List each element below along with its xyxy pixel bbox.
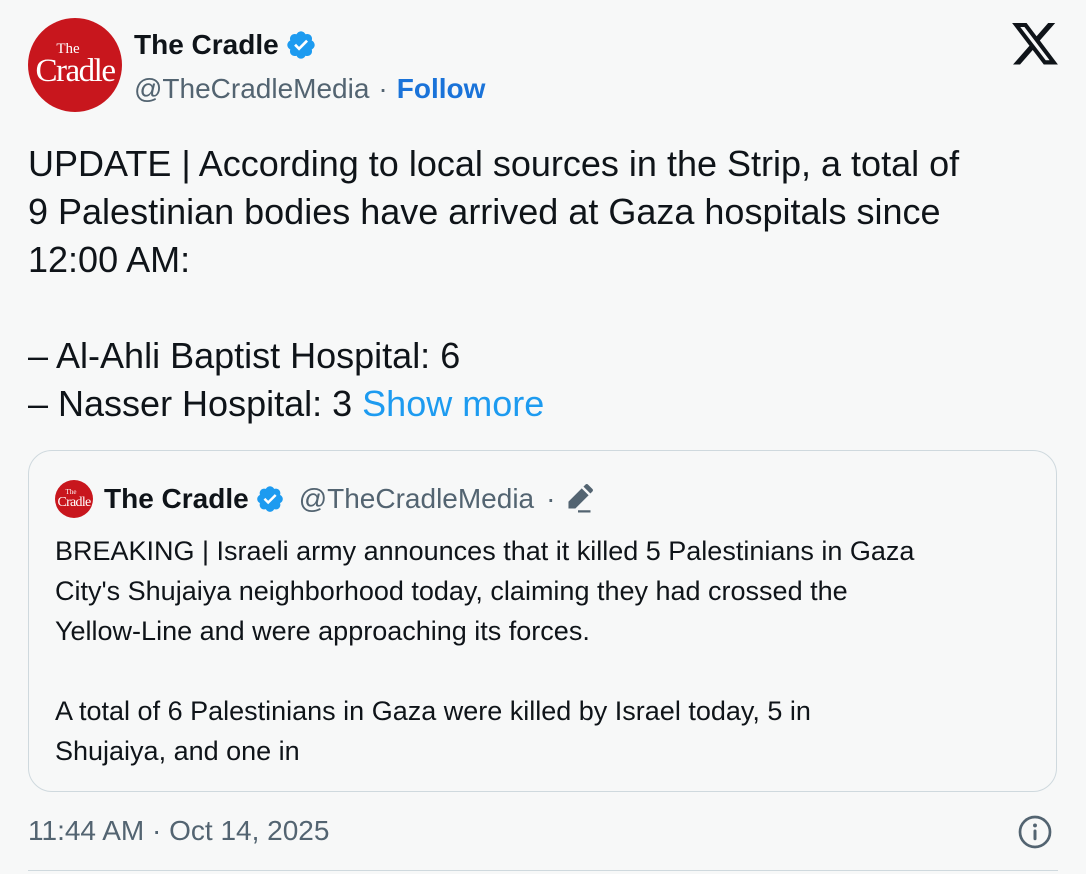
quote-author-name[interactable]: The Cradle [104,481,249,517]
tweet-line: UPDATE | According to local sources in t… [28,143,960,184]
handle-separator: · [378,73,388,104]
avatar-logo-big: Cradle [35,53,116,89]
author-handle[interactable]: @TheCradleMedia [134,72,369,106]
tweet-line: 9 Palestinian bodies have arrived at Gaz… [28,191,941,232]
tweet-line: – Al-Ahli Baptist Hospital: 6 [28,335,461,376]
tweet-line-last: – Nasser Hospital: 3 Show more [28,380,1058,428]
quote-line: BREAKING | Israeli army announces that i… [55,536,915,566]
quote-header: The Cradle @TheCradleMedia · [104,481,594,517]
verified-badge-icon [285,29,317,61]
tweet-timestamp[interactable]: 11:44 AM · Oct 14, 2025 [28,812,329,850]
verified-badge-icon [255,484,285,514]
quote-line: A total of 6 Palestinians in Gaza were k… [55,696,811,726]
quote-line: Shujaiya, and one in [55,736,300,766]
quote-avatar[interactable]: The Cradle [55,480,93,518]
author-handle-row: @TheCradleMedia · Follow [134,72,485,106]
edit-pencil-icon [563,484,594,514]
x-logo-icon[interactable] [1012,23,1058,65]
quote-text: BREAKING | Israeli army announces that i… [55,531,1035,771]
tweet-text: UPDATE | According to local sources in t… [28,140,1058,428]
author-name-row[interactable]: The Cradle [134,28,317,62]
author-avatar[interactable]: The Cradle [28,18,122,112]
info-icon[interactable] [1017,814,1053,850]
quote-author-handle[interactable]: @TheCradleMedia [299,481,534,517]
bottom-divider [28,870,1058,871]
quote-line: Yellow-Line and were approaching its for… [55,616,590,646]
tweet-line: ​ [28,284,1058,332]
quote-separator: · [546,483,556,514]
tweet-card: The Cradle The Cradle @TheCradleMedia · … [0,0,1086,874]
quote-avatar-logo-big: Cradle [57,494,91,510]
quote-line: City's Shujaiya neighborhood today, clai… [55,576,848,606]
tweet-line-text: – Nasser Hospital: 3 [28,383,363,424]
quoted-tweet[interactable]: The Cradle The Cradle @TheCradleMedia · … [28,450,1057,792]
tweet-line: 12:00 AM: [28,239,191,280]
author-name[interactable]: The Cradle [134,28,279,62]
quote-line: ​ [55,651,1035,691]
show-more-link[interactable]: Show more [362,383,544,424]
follow-button[interactable]: Follow [397,72,486,106]
